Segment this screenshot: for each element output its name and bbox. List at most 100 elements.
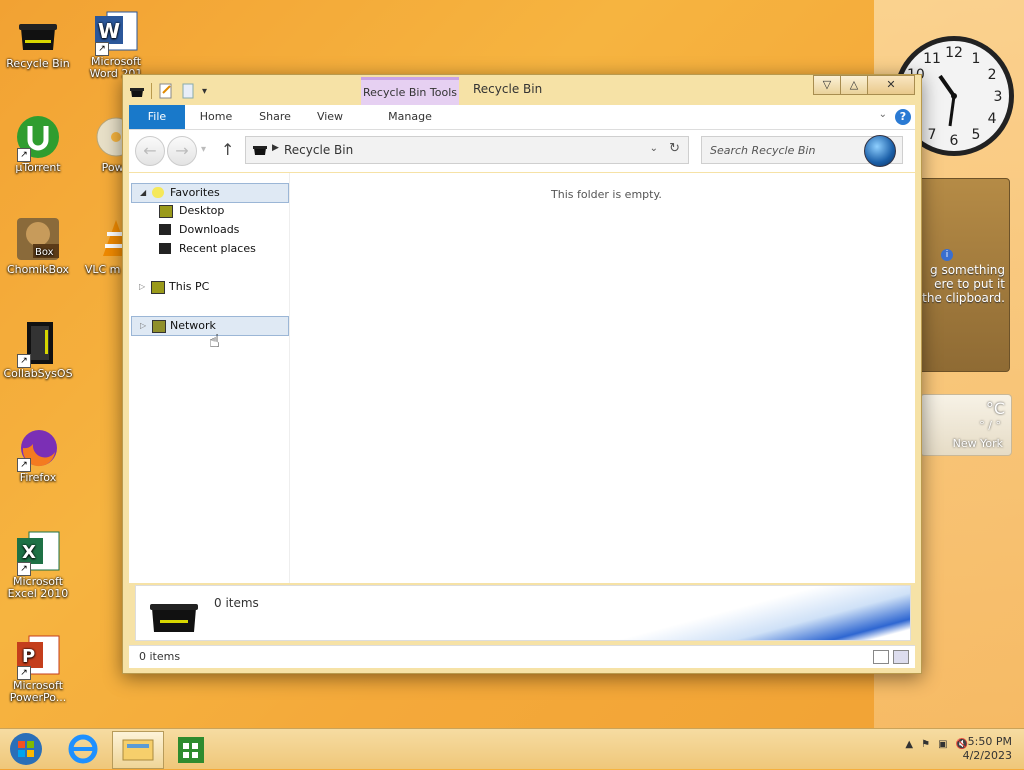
recycle-bin-large-icon	[148, 594, 200, 639]
network-tray-icon[interactable]: ▣	[938, 739, 947, 750]
internet-explorer-taskbar-icon[interactable]	[58, 731, 108, 767]
desktop-icon-label: CollabSysOS	[3, 367, 73, 380]
clock-numeral: 5	[972, 127, 981, 143]
nav-label: Downloads	[179, 223, 240, 236]
network-icon	[152, 320, 166, 333]
svg-text:W: W	[98, 19, 120, 43]
expand-arrow-icon[interactable]: ▷	[140, 317, 146, 335]
clock-numeral: 2	[988, 67, 997, 83]
downloads-icon	[159, 224, 171, 235]
show-hidden-icons-icon[interactable]: ▲	[905, 739, 913, 750]
search-orb-icon[interactable]	[864, 135, 896, 167]
recycle-bin-desktop-icon[interactable]: Recycle Bin	[0, 10, 76, 70]
address-bar[interactable]: ▶ Recycle Bin ⌄ ↻	[245, 136, 689, 164]
forward-button[interactable]: →	[167, 136, 197, 166]
clock-numeral: 1	[972, 51, 981, 67]
window-title: Recycle Bin	[473, 82, 543, 96]
desktop-icon-label: Recycle Bin	[6, 57, 70, 70]
nav-recent-places[interactable]: Recent places	[131, 240, 287, 258]
details-view-icon[interactable]	[873, 650, 889, 664]
details-item-count: 0 items	[214, 596, 259, 610]
nav-label: Desktop	[179, 204, 225, 217]
utorrent-desktop-icon[interactable]: ↗ µTorrent	[0, 114, 76, 174]
desktop-icon	[159, 205, 173, 218]
excel-icon: X ↗	[15, 528, 61, 576]
chomikbox-icon: Box	[15, 216, 61, 262]
qat-dropdown-icon[interactable]: ▾	[202, 86, 207, 97]
explorer-window: ▾ Recycle Bin Tools Recycle Bin ▽ △ ✕ Fi…	[122, 74, 922, 674]
clipboard-gadget[interactable]: i g something ere to put it the clipboar…	[912, 178, 1010, 372]
nav-this-pc[interactable]: ▷ This PC	[131, 278, 287, 296]
powerpoint-desktop-icon[interactable]: P ↗ Microsoft PowerPo...	[0, 632, 76, 704]
new-folder-icon[interactable]	[180, 83, 196, 99]
window-controls: ▽ △ ✕	[813, 75, 915, 95]
svg-text:Box: Box	[35, 247, 54, 258]
store-taskbar-icon[interactable]	[166, 731, 216, 767]
svg-text:P: P	[22, 646, 35, 667]
help-icon[interactable]: ?	[895, 109, 911, 125]
firefox-desktop-icon[interactable]: ↗ Firefox	[0, 424, 76, 484]
refresh-icon[interactable]: ↻	[669, 141, 680, 156]
maximize-button[interactable]: △	[840, 75, 868, 95]
clock-numeral: 12	[945, 45, 963, 61]
clock-time: 5:50 PM	[967, 735, 1012, 748]
word-desktop-icon[interactable]: W ↗ Microsoft Word 201	[78, 8, 154, 80]
back-button[interactable]: ←	[135, 136, 165, 166]
excel-desktop-icon[interactable]: X ↗ Microsoft Excel 2010	[0, 528, 76, 600]
empty-folder-message: This folder is empty.	[551, 188, 662, 201]
desktop-icon-label: ChomikBox	[7, 263, 69, 276]
recycle-bin-tools-tab: Recycle Bin Tools	[361, 77, 459, 108]
recycle-bin-small-icon	[129, 83, 145, 99]
clock-numeral: 7	[928, 127, 937, 143]
collabsysos-icon: ↗	[15, 320, 61, 368]
desktop-icon-label: µTorrent	[15, 161, 61, 174]
nav-label: Recent places	[179, 242, 256, 255]
address-dropdown-icon[interactable]: ⌄	[650, 143, 658, 154]
utorrent-icon: ↗	[15, 114, 61, 162]
weather-gadget[interactable]: °C ° / ° New York	[920, 394, 1012, 456]
shortcut-arrow-icon: ↗	[17, 562, 31, 576]
close-button[interactable]: ✕	[867, 75, 915, 95]
status-bar: 0 items	[129, 645, 915, 668]
expand-arrow-icon[interactable]: ▷	[139, 278, 145, 296]
tab-share[interactable]: Share	[249, 105, 301, 129]
tab-file[interactable]: File	[129, 105, 185, 129]
file-explorer-taskbar-icon[interactable]	[112, 731, 164, 769]
nav-downloads[interactable]: Downloads	[131, 221, 287, 239]
clipboard-text: g something ere to put it the clipboard.	[922, 263, 1005, 305]
breadcrumb-chevron-icon[interactable]: ▶	[272, 143, 279, 153]
title-bar[interactable]: ▾ Recycle Bin Tools Recycle Bin ▽ △ ✕	[123, 75, 921, 108]
weather-unit: °C	[985, 399, 1005, 418]
recent-locations-icon[interactable]: ▾	[201, 144, 206, 155]
shortcut-arrow-icon: ↗	[95, 42, 109, 56]
expand-ribbon-icon[interactable]: ⌄	[879, 109, 887, 120]
clock-numeral: 11	[923, 51, 941, 67]
recent-places-icon	[159, 243, 171, 254]
recycle-bin-small-icon	[252, 142, 268, 159]
large-icons-view-icon[interactable]	[893, 650, 909, 664]
action-center-flag-icon[interactable]: ⚑	[921, 739, 930, 750]
nav-desktop[interactable]: Desktop	[131, 202, 287, 220]
quick-access-toolbar: ▾	[129, 81, 207, 101]
computer-icon	[151, 281, 165, 294]
address-path[interactable]: Recycle Bin	[284, 143, 353, 157]
collabsysos-desktop-icon[interactable]: ↗ CollabSysOS	[0, 320, 76, 380]
tab-home[interactable]: Home	[191, 105, 241, 129]
star-icon	[152, 187, 164, 198]
properties-icon[interactable]	[158, 83, 174, 99]
status-item-count: 0 items	[139, 650, 181, 663]
expand-arrow-icon[interactable]: ◢	[140, 184, 146, 202]
search-box[interactable]: Search Recycle Bin	[701, 135, 903, 167]
nav-favorites[interactable]: ◢ Favorites	[131, 183, 289, 203]
taskbar-clock[interactable]: 5:50 PM 4/2/2023	[963, 735, 1012, 763]
tab-view[interactable]: View	[307, 105, 353, 129]
chomikbox-desktop-icon[interactable]: Box ChomikBox	[0, 216, 76, 276]
hand-cursor-icon: ☝	[209, 331, 220, 352]
start-button[interactable]	[4, 731, 54, 767]
svg-text:X: X	[22, 542, 36, 563]
info-icon: i	[941, 249, 953, 261]
minimize-button[interactable]: ▽	[813, 75, 841, 95]
clock-numeral: 3	[994, 89, 1003, 105]
up-button[interactable]: ↑	[221, 140, 234, 159]
tab-manage[interactable]: Manage	[361, 105, 459, 129]
